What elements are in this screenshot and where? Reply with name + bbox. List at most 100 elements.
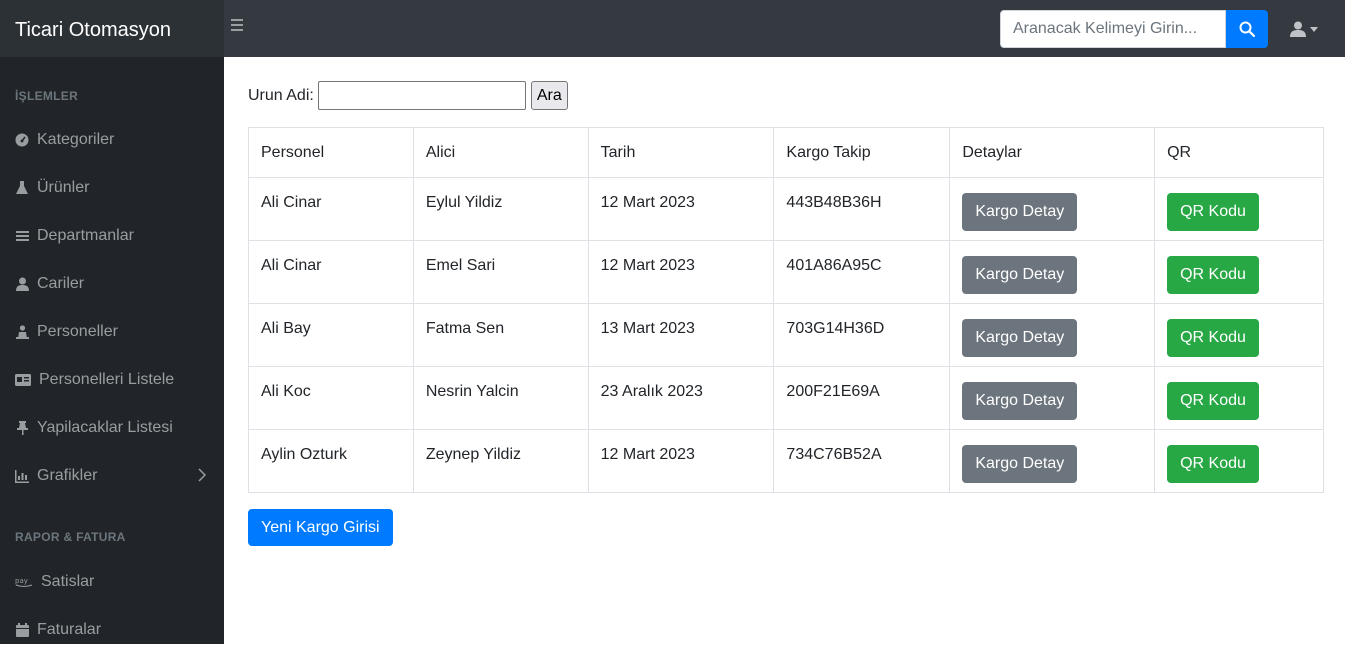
cell-tarih: 12 Mart 2023 [587, 177, 775, 241]
table-header-row: Personel Alici Tarih Kargo Takip Detayla… [248, 127, 1324, 178]
product-name-input[interactable] [317, 81, 526, 110]
qr-kodu-button[interactable]: QR Kodu [1167, 445, 1259, 483]
qr-kodu-button[interactable]: QR Kodu [1167, 256, 1259, 294]
cell-kargo-takip: 734C76B52A [773, 429, 951, 493]
cell-detaylar: Kargo Detay [949, 429, 1156, 493]
table-row: Ali Bay Fatma Sen 13 Mart 2023 703G14H36… [248, 303, 1324, 367]
flask-icon [15, 181, 29, 195]
search-submit-button[interactable]: Ara [530, 81, 568, 110]
search-icon [1239, 21, 1255, 37]
sidebar-item-cariler[interactable]: Cariler [0, 264, 224, 304]
qr-kodu-button[interactable]: QR Kodu [1167, 319, 1259, 357]
kargo-detay-button[interactable]: Kargo Detay [962, 445, 1078, 483]
sidebar-item-urunler[interactable]: Ürünler [0, 168, 224, 208]
sidebar-item-label: Departmanlar [37, 227, 134, 244]
cell-qr: QR Kodu [1154, 240, 1324, 304]
sidebar-toggle-icon[interactable] [231, 19, 247, 37]
cell-tarih: 13 Mart 2023 [587, 303, 775, 367]
thumbtack-icon [15, 421, 29, 435]
cell-personel: Ali Bay [248, 303, 414, 367]
main-content: Urun Adi: Ara Personel Alici Tarih Kargo… [224, 57, 1345, 644]
kargo-detay-button[interactable]: Kargo Detay [962, 319, 1078, 357]
list-icon [15, 229, 29, 243]
kargo-detay-button[interactable]: Kargo Detay [962, 256, 1078, 294]
sidebar-section-islemler: İŞLEMLER [15, 89, 79, 103]
search-button[interactable] [1226, 10, 1268, 48]
cell-alici: Eylul Yildiz [412, 177, 589, 241]
header-personel: Personel [248, 127, 414, 178]
sidebar-item-label: Cariler [37, 275, 85, 292]
cell-detaylar: Kargo Detay [949, 366, 1156, 430]
table-row: Ali Cinar Emel Sari 12 Mart 2023 401A86A… [248, 240, 1324, 304]
sidebar-item-label: Personeller [37, 323, 118, 340]
cell-detaylar: Kargo Detay [949, 177, 1156, 241]
product-filter: Urun Adi: Ara [248, 81, 568, 110]
sidebar-item-grafikler[interactable]: Grafikler [0, 456, 224, 496]
cell-kargo-takip: 703G14H36D [773, 303, 951, 367]
user-icon [15, 277, 29, 291]
cell-kargo-takip: 443B48B36H [773, 177, 951, 241]
svg-text:pay: pay [15, 577, 28, 585]
sidebar-item-personeller[interactable]: Personeller [0, 312, 224, 352]
chevron-right-icon [198, 468, 207, 487]
top-navbar: Ticari Otomasyon [0, 0, 1345, 57]
qr-kodu-button[interactable]: QR Kodu [1167, 382, 1259, 420]
sidebar: İŞLEMLER Kategoriler Ürünler Departmanla… [0, 57, 224, 644]
header-detaylar: Detaylar [949, 127, 1156, 178]
id-card-icon [15, 373, 31, 387]
kargo-detay-button[interactable]: Kargo Detay [962, 193, 1078, 231]
sidebar-item-label: Kategoriler [37, 131, 115, 148]
sidebar-item-label: Faturalar [37, 621, 102, 638]
sidebar-item-yapilacaklar[interactable]: Yapilacaklar Listesi [0, 408, 224, 448]
cell-personel: Aylin Ozturk [248, 429, 414, 493]
sidebar-item-satislar[interactable]: pay Satislar [0, 562, 224, 602]
sidebar-item-kategoriler[interactable]: Kategoriler [0, 120, 224, 160]
cell-kargo-takip: 401A86A95C [773, 240, 951, 304]
cargo-table: Personel Alici Tarih Kargo Takip Detayla… [248, 127, 1324, 493]
cell-qr: QR Kodu [1154, 366, 1324, 430]
sidebar-section-rapor-fatura: RAPOR & FATURA [15, 530, 126, 544]
cell-personel: Ali Cinar [248, 177, 414, 241]
sidebar-item-departmanlar[interactable]: Departmanlar [0, 216, 224, 256]
caret-down-icon [1310, 26, 1318, 32]
header-tarih: Tarih [587, 127, 775, 178]
tachometer-icon [15, 133, 29, 147]
cell-personel: Ali Koc [248, 366, 414, 430]
sidebar-item-label: Personelleri Listele [39, 371, 175, 388]
search-input[interactable] [1000, 10, 1226, 48]
chart-icon [15, 469, 29, 483]
table-row: Ali Koc Nesrin Yalcin 23 Aralık 2023 200… [248, 366, 1324, 430]
sidebar-item-label: Grafikler [37, 467, 98, 484]
pay-icon: pay [15, 575, 33, 589]
cell-alici: Emel Sari [412, 240, 589, 304]
cell-qr: QR Kodu [1154, 303, 1324, 367]
user-menu[interactable] [1290, 17, 1330, 41]
sidebar-item-label: Satislar [41, 573, 95, 590]
brand-title[interactable]: Ticari Otomasyon [0, 0, 224, 57]
kargo-detay-button[interactable]: Kargo Detay [962, 382, 1078, 420]
cell-kargo-takip: 200F21E69A [773, 366, 951, 430]
cell-tarih: 12 Mart 2023 [587, 429, 775, 493]
new-cargo-button[interactable]: Yeni Kargo Girisi [248, 509, 393, 546]
top-search [1000, 10, 1268, 48]
cell-alici: Fatma Sen [412, 303, 589, 367]
calendar-icon [15, 623, 29, 637]
filter-label: Urun Adi: [248, 86, 314, 104]
cell-detaylar: Kargo Detay [949, 240, 1156, 304]
sidebar-item-personelleri-listele[interactable]: Personelleri Listele [0, 360, 224, 400]
header-alici: Alici [412, 127, 589, 178]
sidebar-item-label: Ürünler [37, 179, 90, 196]
table-row: Ali Cinar Eylul Yildiz 12 Mart 2023 443B… [248, 177, 1324, 241]
header-kargo-takip: Kargo Takip [773, 127, 951, 178]
cell-qr: QR Kodu [1154, 429, 1324, 493]
cell-qr: QR Kodu [1154, 177, 1324, 241]
sidebar-item-label: Yapilacaklar Listesi [37, 419, 173, 436]
cell-alici: Nesrin Yalcin [412, 366, 589, 430]
sidebar-item-faturalar[interactable]: Faturalar [0, 610, 224, 650]
cell-alici: Zeynep Yildiz [412, 429, 589, 493]
user-icon [1290, 21, 1306, 37]
cell-detaylar: Kargo Detay [949, 303, 1156, 367]
qr-kodu-button[interactable]: QR Kodu [1167, 193, 1259, 231]
person-icon [15, 325, 29, 339]
header-qr: QR [1154, 127, 1324, 178]
